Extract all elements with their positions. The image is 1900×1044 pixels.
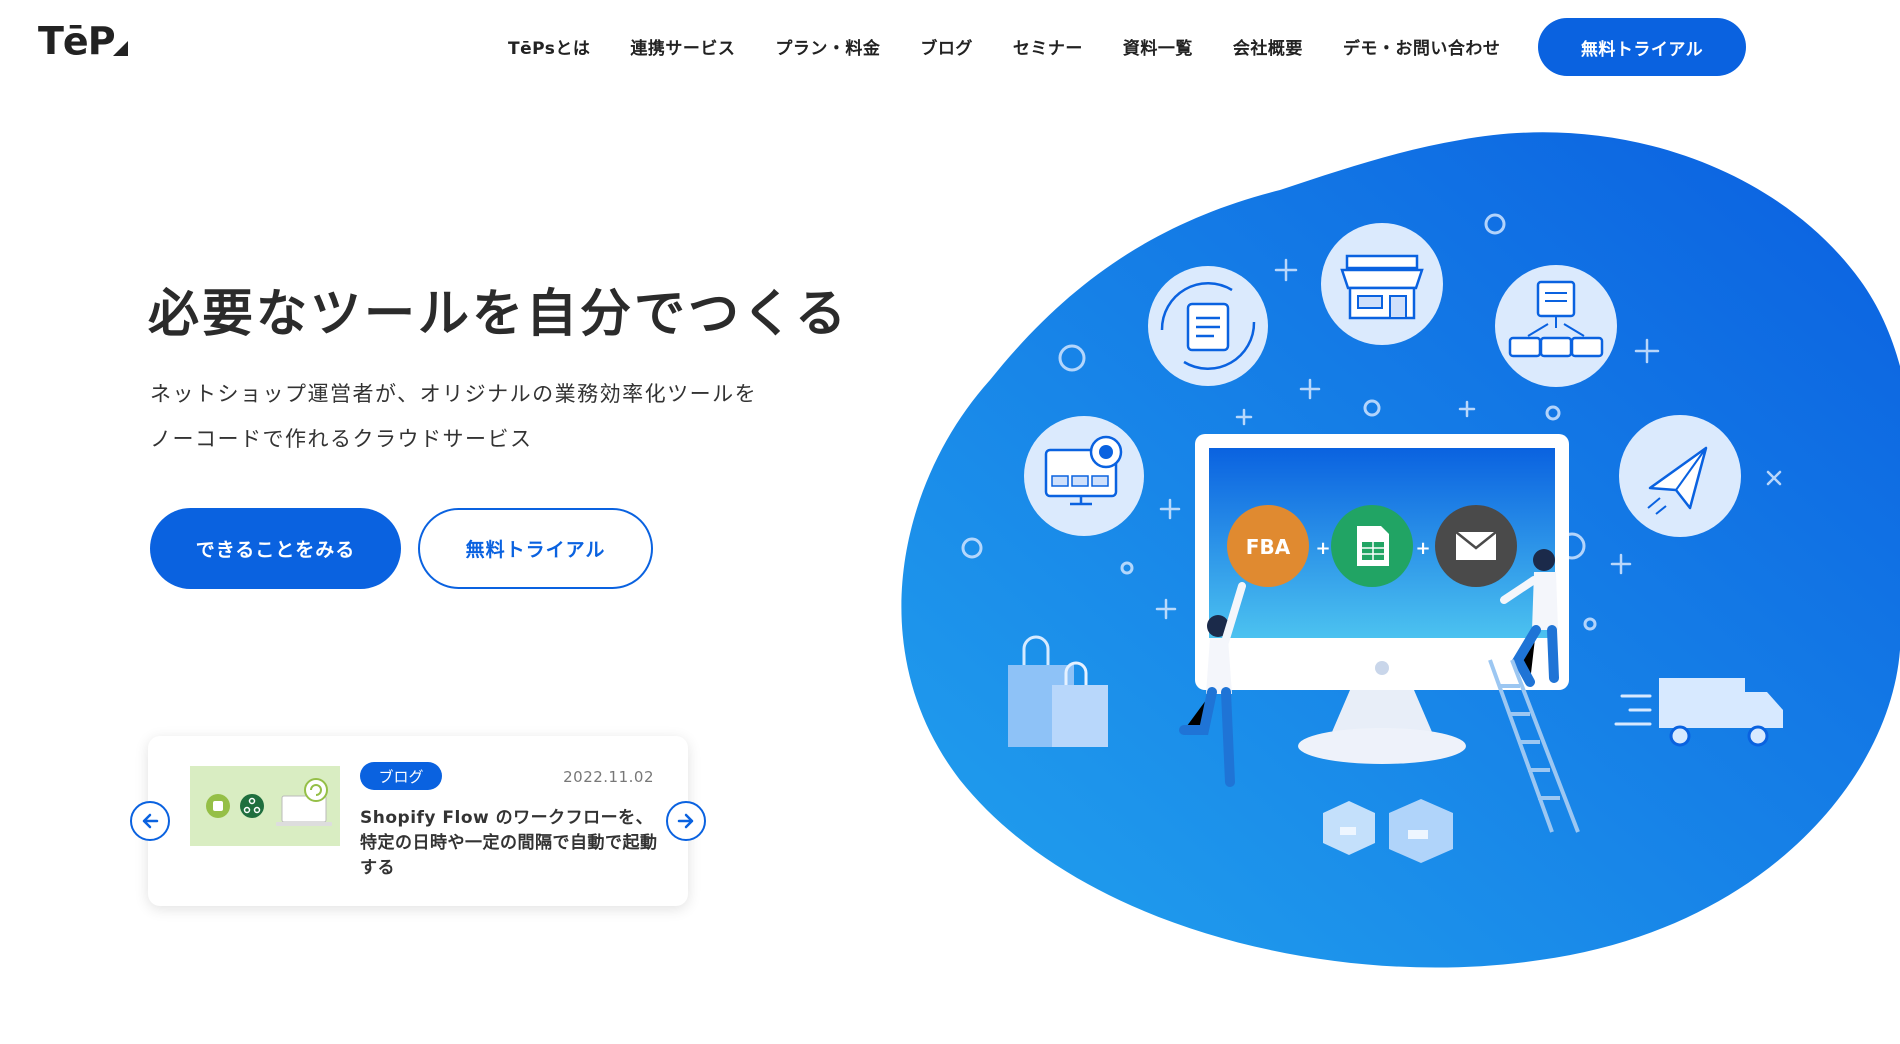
hero-illustration: FBA + + [901,132,1900,968]
nav-item-integrations[interactable]: 連携サービス [630,34,735,59]
nav-item-contact[interactable]: デモ・お問い合わせ [1343,34,1501,59]
logo-mark-icon [112,41,128,56]
svg-text:+: + [1315,538,1330,559]
fba-badge: FBA [1227,505,1309,587]
nav-item-company[interactable]: 会社概要 [1233,34,1303,59]
logo-text: TēP [38,19,116,63]
sync-document-bubble [1148,266,1268,386]
paper-plane-bubble [1619,415,1741,537]
carousel-next-button[interactable] [666,801,706,841]
store-bubble [1321,223,1443,345]
sheets-icon [1331,505,1413,587]
arrow-right-icon [677,813,694,829]
hero-subtitle-line1: ネットショップ運営者が、オリジナルの業務効率化ツールを [150,382,758,406]
hero-trial-button[interactable]: 無料トライアル [418,508,653,589]
header-trial-button[interactable]: 無料トライアル [1538,18,1746,76]
nav-item-seminar[interactable]: セミナー [1013,34,1083,59]
features-button[interactable]: できることをみる [150,508,401,589]
svg-text:+: + [1415,538,1430,559]
blog-date: 2022.11.02 [563,768,654,786]
nav-item-about[interactable]: TēPsとは [508,34,590,59]
carousel-prev-button[interactable] [130,801,170,841]
blog-tag-badge: ブログ [360,762,442,790]
mail-icon [1435,505,1517,587]
main-nav: TēPsとは 連携サービス プラン・料金 ブログ セミナー 資料一覧 会社概要 … [508,34,1540,59]
nav-item-documents[interactable]: 資料一覧 [1123,34,1193,59]
nav-item-blog[interactable]: ブログ [920,34,973,59]
nav-item-pricing[interactable]: プラン・料金 [775,34,880,59]
arrow-left-icon [142,813,159,829]
workflow-bubble [1495,265,1617,387]
blog-title[interactable]: Shopify Flow のワークフローを、特定の日時や一定の間隔で自動で起動す… [360,806,660,881]
blog-thumbnail [190,766,340,846]
fba-label: FBA [1246,535,1291,559]
site-logo[interactable]: TēP [38,22,128,60]
hero-subtitle: ネットショップ運営者が、オリジナルの業務効率化ツールを ノーコードで作れるクラウ… [150,372,757,462]
hero-title: 必要なツールを自分でつくる [148,285,849,344]
hero-subtitle-line2: ノーコードで作れるクラウドサービス [150,427,533,451]
blog-card[interactable]: ブログ 2022.11.02 Shopify Flow のワークフローを、特定の… [148,736,688,906]
payment-bubble [1024,416,1144,536]
